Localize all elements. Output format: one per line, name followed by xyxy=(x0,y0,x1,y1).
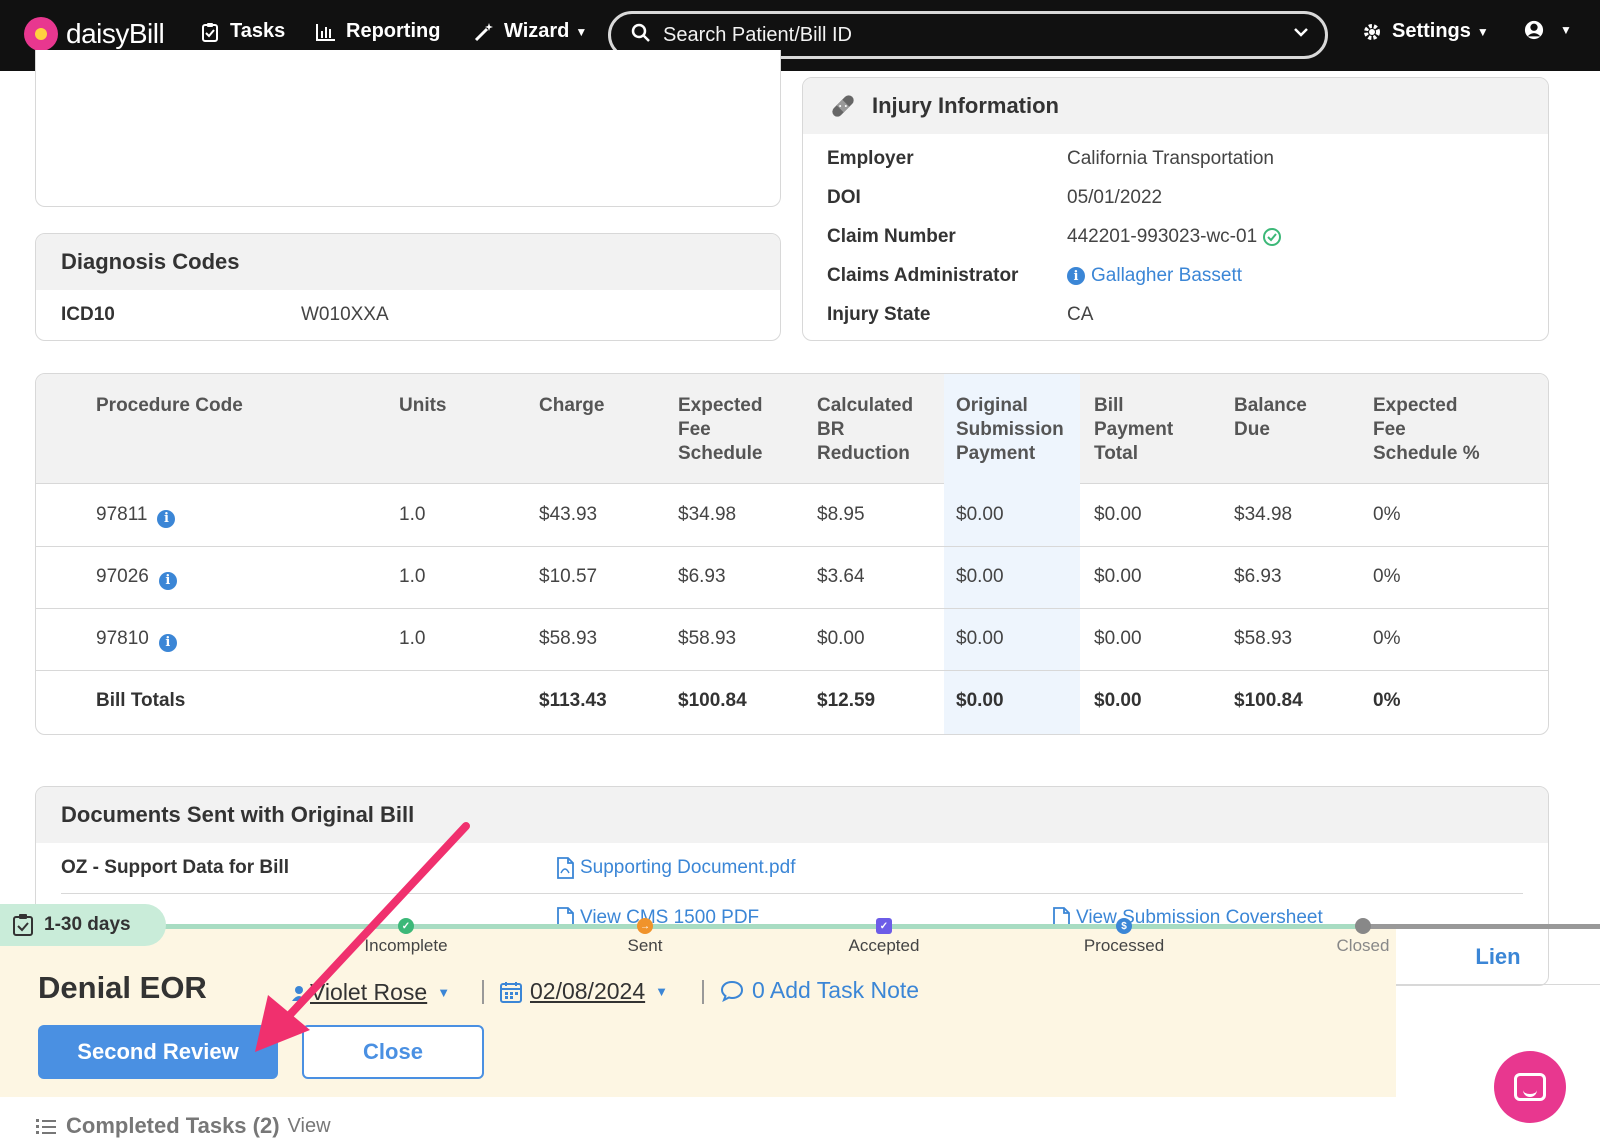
annotation-arrow xyxy=(255,822,470,1052)
